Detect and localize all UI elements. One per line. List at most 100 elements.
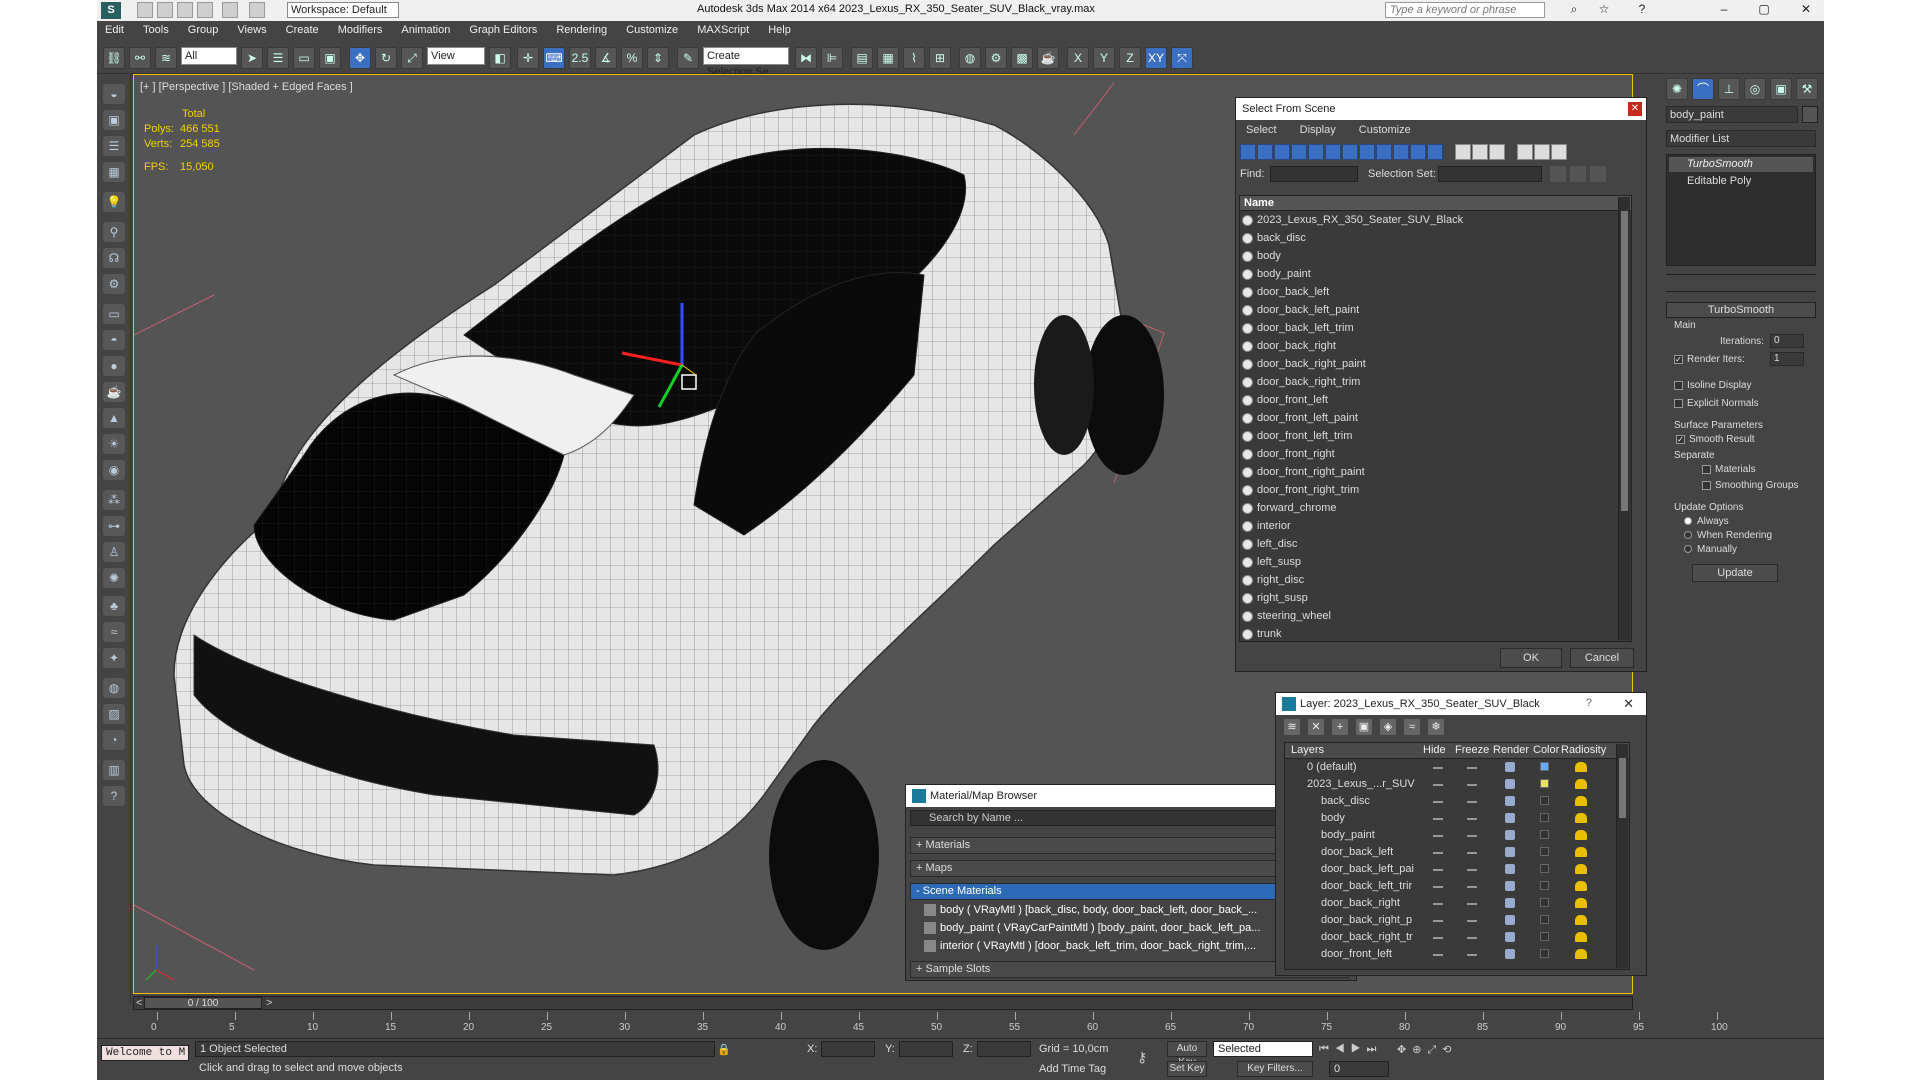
track-bar[interactable]: 0 5 10 15 20 25 30 35 40 45 50 55 60 65 70 75 80 85 90 95 10… xyxy=(151,1012,1797,1038)
display-bones-icon[interactable] xyxy=(1376,144,1392,160)
scene-object-item[interactable]: body xyxy=(1240,247,1631,265)
select-object-icon[interactable]: ➤ xyxy=(241,47,263,69)
layer-color-swatch[interactable] xyxy=(1540,813,1549,822)
layer-color-swatch[interactable] xyxy=(1540,779,1549,788)
restrict-z-button[interactable]: Z xyxy=(1119,47,1141,69)
mirror-icon[interactable]: ⧓ xyxy=(795,47,817,69)
globe-icon[interactable]: ◍ xyxy=(103,678,125,698)
cancel-button[interactable]: Cancel xyxy=(1570,648,1634,668)
select-scale-icon[interactable]: ⤢ xyxy=(401,47,423,69)
keyboard-shortcut-override-icon[interactable]: ⌨ xyxy=(543,47,565,69)
menu-edit[interactable]: Edit xyxy=(97,21,132,39)
freeze-toggle-icon[interactable] xyxy=(1467,818,1477,820)
material-editor-icon[interactable]: ◍ xyxy=(959,47,981,69)
plant-icon[interactable]: ♣ xyxy=(103,596,125,616)
hide-toggle-icon[interactable] xyxy=(1433,835,1443,837)
layer-close-icon[interactable]: ✕ xyxy=(1623,696,1634,712)
layer-color-swatch[interactable] xyxy=(1540,796,1549,805)
paint-icon[interactable]: ✦ xyxy=(103,648,125,668)
selection-set-remove-icon[interactable] xyxy=(1570,166,1586,182)
open-icon[interactable] xyxy=(157,2,173,18)
select-manipulate-icon[interactable]: ✛ xyxy=(517,47,539,69)
angle-snap-icon[interactable]: ∡ xyxy=(595,47,617,69)
pipe-icon[interactable]: ⊶ xyxy=(103,516,125,536)
columns-icon[interactable] xyxy=(1551,144,1568,160)
scene-object-item[interactable]: forward_chrome xyxy=(1240,499,1631,517)
layer-row[interactable]: body xyxy=(1285,810,1629,827)
hide-toggle-icon[interactable] xyxy=(1433,869,1443,871)
scene-object-item[interactable]: trunk xyxy=(1240,625,1631,641)
hide-toggle-icon[interactable] xyxy=(1433,937,1443,939)
select-rotate-icon[interactable]: ↻ xyxy=(375,47,397,69)
modify-tab-icon[interactable]: ⌒ xyxy=(1692,78,1714,100)
selection-set-highlight-icon[interactable] xyxy=(1590,166,1606,182)
scene-object-item[interactable]: back_disc xyxy=(1240,229,1631,247)
save-icon[interactable] xyxy=(177,2,193,18)
scene-object-item[interactable]: door_back_left xyxy=(1240,283,1631,301)
scene-object-item[interactable]: door_front_left xyxy=(1240,391,1631,409)
render-icon[interactable]: ▨ xyxy=(103,704,125,724)
render-toggle-icon[interactable] xyxy=(1505,932,1515,942)
freeze-toggle-icon[interactable] xyxy=(1467,852,1477,854)
iterations-spinner[interactable]: 0 xyxy=(1770,334,1804,348)
render-toggle-icon[interactable] xyxy=(1505,949,1515,959)
close-button[interactable]: ✕ xyxy=(1791,2,1821,18)
render-setup-icon[interactable]: ⚙ xyxy=(985,47,1007,69)
named-selection-dropdown[interactable]: Create Selection Se xyxy=(703,47,789,78)
explicit-normals-checkbox[interactable] xyxy=(1674,398,1683,408)
layer-color-swatch[interactable] xyxy=(1540,762,1549,771)
menu-group[interactable]: Group xyxy=(180,21,227,39)
scene-object-item[interactable]: interior xyxy=(1240,517,1631,535)
utilities-tab-icon[interactable]: ⚒ xyxy=(1796,78,1818,100)
selection-set-add-icon[interactable] xyxy=(1550,166,1566,182)
bind-space-warp-icon[interactable]: ≋ xyxy=(155,47,177,69)
render-toggle-icon[interactable] xyxy=(1505,813,1515,823)
radiosity-icon[interactable] xyxy=(1575,864,1587,874)
layer-row[interactable]: 2023_Lexus_...r_SUV xyxy=(1285,776,1629,793)
lock-selection-icon[interactable]: 🔒 xyxy=(717,1043,731,1056)
viewport-nav-controls[interactable]: ✥⊕⤢⟲ xyxy=(1397,1043,1457,1057)
render-toggle-icon[interactable] xyxy=(1505,796,1515,806)
sphere-icon[interactable]: ● xyxy=(103,356,125,376)
schematic-view-icon[interactable]: ⊞ xyxy=(929,47,951,69)
menu-create[interactable]: Create xyxy=(278,21,327,39)
layer-row[interactable]: door_back_right_tr xyxy=(1285,929,1629,946)
pivot-center-icon[interactable]: ◧ xyxy=(489,47,511,69)
rect-selection-icon[interactable]: ▭ xyxy=(293,47,315,69)
scene-object-item[interactable]: door_back_left_trim xyxy=(1240,319,1631,337)
radiosity-icon[interactable] xyxy=(1575,881,1587,891)
restrict-plane-cycle-icon[interactable]: ⤧ xyxy=(1171,47,1193,69)
isoline-checkbox[interactable] xyxy=(1674,380,1683,390)
col-hide[interactable]: Hide xyxy=(1423,744,1446,756)
snaps-toggle-icon[interactable]: 2.5 xyxy=(569,47,591,69)
menu-tools[interactable]: Tools xyxy=(135,21,177,39)
display-frozen-icon[interactable] xyxy=(1410,144,1426,160)
undo-icon[interactable] xyxy=(197,2,213,18)
z-coord-field[interactable] xyxy=(977,1041,1031,1057)
hide-toggle-icon[interactable] xyxy=(1433,886,1443,888)
render-toggle-icon[interactable] xyxy=(1505,762,1515,772)
object-list-icon[interactable]: ☰ xyxy=(103,136,125,156)
hide-toggle-icon[interactable] xyxy=(1433,801,1443,803)
hide-toggle-icon[interactable] xyxy=(1433,818,1443,820)
workspace-dropdown[interactable]: Workspace: Default xyxy=(287,2,399,18)
scene-object-item[interactable]: right_disc xyxy=(1240,571,1631,589)
playback-controls[interactable]: ⏮◀▶⏭ xyxy=(1319,1043,1382,1056)
systems-icon[interactable]: ⚙ xyxy=(103,274,125,294)
helper-icon[interactable]: ⚲ xyxy=(103,222,125,242)
freeze-toggle-icon[interactable] xyxy=(1467,801,1477,803)
display-cameras-icon[interactable] xyxy=(1291,144,1307,160)
select-layer-icon[interactable]: ▣ xyxy=(1356,719,1372,735)
stack-turbosmooth[interactable]: TurboSmooth xyxy=(1669,157,1813,172)
layer-row[interactable]: body_paint xyxy=(1285,827,1629,844)
freeze-toggle-icon[interactable] xyxy=(1467,784,1477,786)
highlight-layer-icon[interactable]: ◈ xyxy=(1380,719,1396,735)
restrict-x-button[interactable]: X xyxy=(1067,47,1089,69)
hide-toggle-icon[interactable] xyxy=(1433,784,1443,786)
render-toggle-icon[interactable] xyxy=(1505,898,1515,908)
turbosmooth-rollout-header[interactable]: TurboSmooth xyxy=(1666,302,1816,318)
layers-icon[interactable]: ▥ xyxy=(103,760,125,780)
render-toggle-icon[interactable] xyxy=(1505,864,1515,874)
col-freeze[interactable]: Freeze xyxy=(1455,744,1489,756)
layer-color-swatch[interactable] xyxy=(1540,898,1549,907)
